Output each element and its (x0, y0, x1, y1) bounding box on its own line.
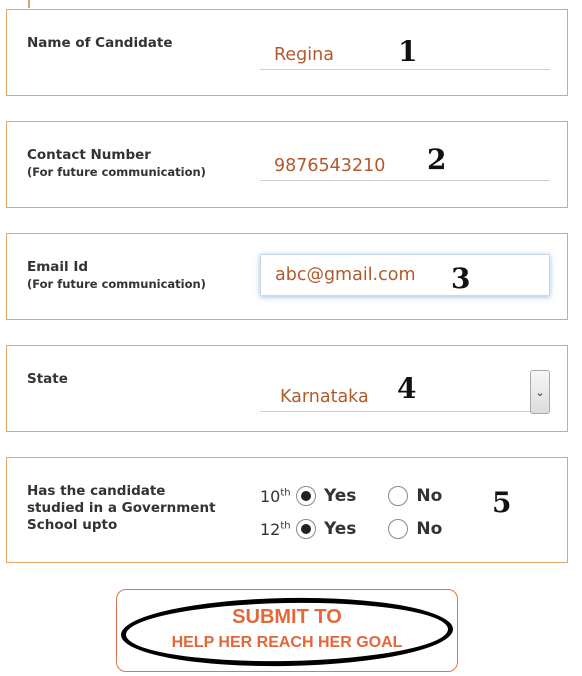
contact-number-input[interactable]: 9876543210 (260, 151, 550, 181)
annotation-marker-4: 4 (397, 372, 417, 405)
contact-sublabel: (For future communication) (27, 165, 206, 179)
radio-10th-no-label: No (416, 486, 443, 506)
submit-label-line1: SUBMIT TO (232, 606, 342, 628)
radio-10th-no[interactable] (388, 486, 409, 506)
state-select-value: Karnataka (280, 387, 369, 407)
annotation-marker-3: 3 (451, 262, 471, 295)
radio-12th-yes[interactable] (296, 519, 316, 539)
submit-label-line2: HELP HER REACH HER GOAL (171, 634, 403, 651)
email-label: Email Id (For future communication) (27, 259, 206, 292)
chevron-down-icon[interactable]: ⌄ (530, 370, 550, 414)
radio-row-12th: 12th Yes No (260, 517, 442, 541)
email-card: Email Id (For future communication) abc@… (6, 233, 568, 320)
radio-row-10th: 10th Yes No (260, 484, 442, 508)
grade-10-label: 10th (260, 486, 291, 506)
annotation-marker-1: 1 (398, 35, 418, 68)
submit-button[interactable]: SUBMIT TO HELP HER REACH HER GOAL (116, 589, 458, 672)
contact-label: Contact Number (For future communication… (27, 147, 206, 180)
grade-12-label: 12th (260, 519, 291, 539)
annotation-marker-2: 2 (427, 143, 447, 176)
radio-10th-yes[interactable] (296, 486, 316, 506)
name-label: Name of Candidate (27, 35, 173, 51)
state-label: State (27, 371, 68, 387)
email-label-text: Email Id (27, 259, 89, 275)
radio-12th-no-label: No (416, 519, 443, 539)
radio-10th-yes-label: Yes (324, 486, 357, 506)
contact-label-text: Contact Number (27, 147, 151, 163)
contact-card: Contact Number (For future communication… (6, 121, 568, 208)
radio-12th-no[interactable] (388, 519, 409, 539)
school-card: Has the candidate studied in a Governmen… (6, 457, 568, 563)
state-card: State Karnataka ⌄ 4 (6, 345, 568, 432)
name-card: Name of Candidate Regina 1 (6, 9, 568, 96)
email-input[interactable]: abc@gmail.com (260, 254, 550, 296)
top-divider (28, 0, 30, 8)
radio-12th-yes-label: Yes (324, 519, 357, 539)
annotation-marker-5: 5 (492, 486, 512, 519)
email-sublabel: (For future communication) (27, 277, 206, 291)
school-label: Has the candidate studied in a Governmen… (27, 483, 216, 533)
